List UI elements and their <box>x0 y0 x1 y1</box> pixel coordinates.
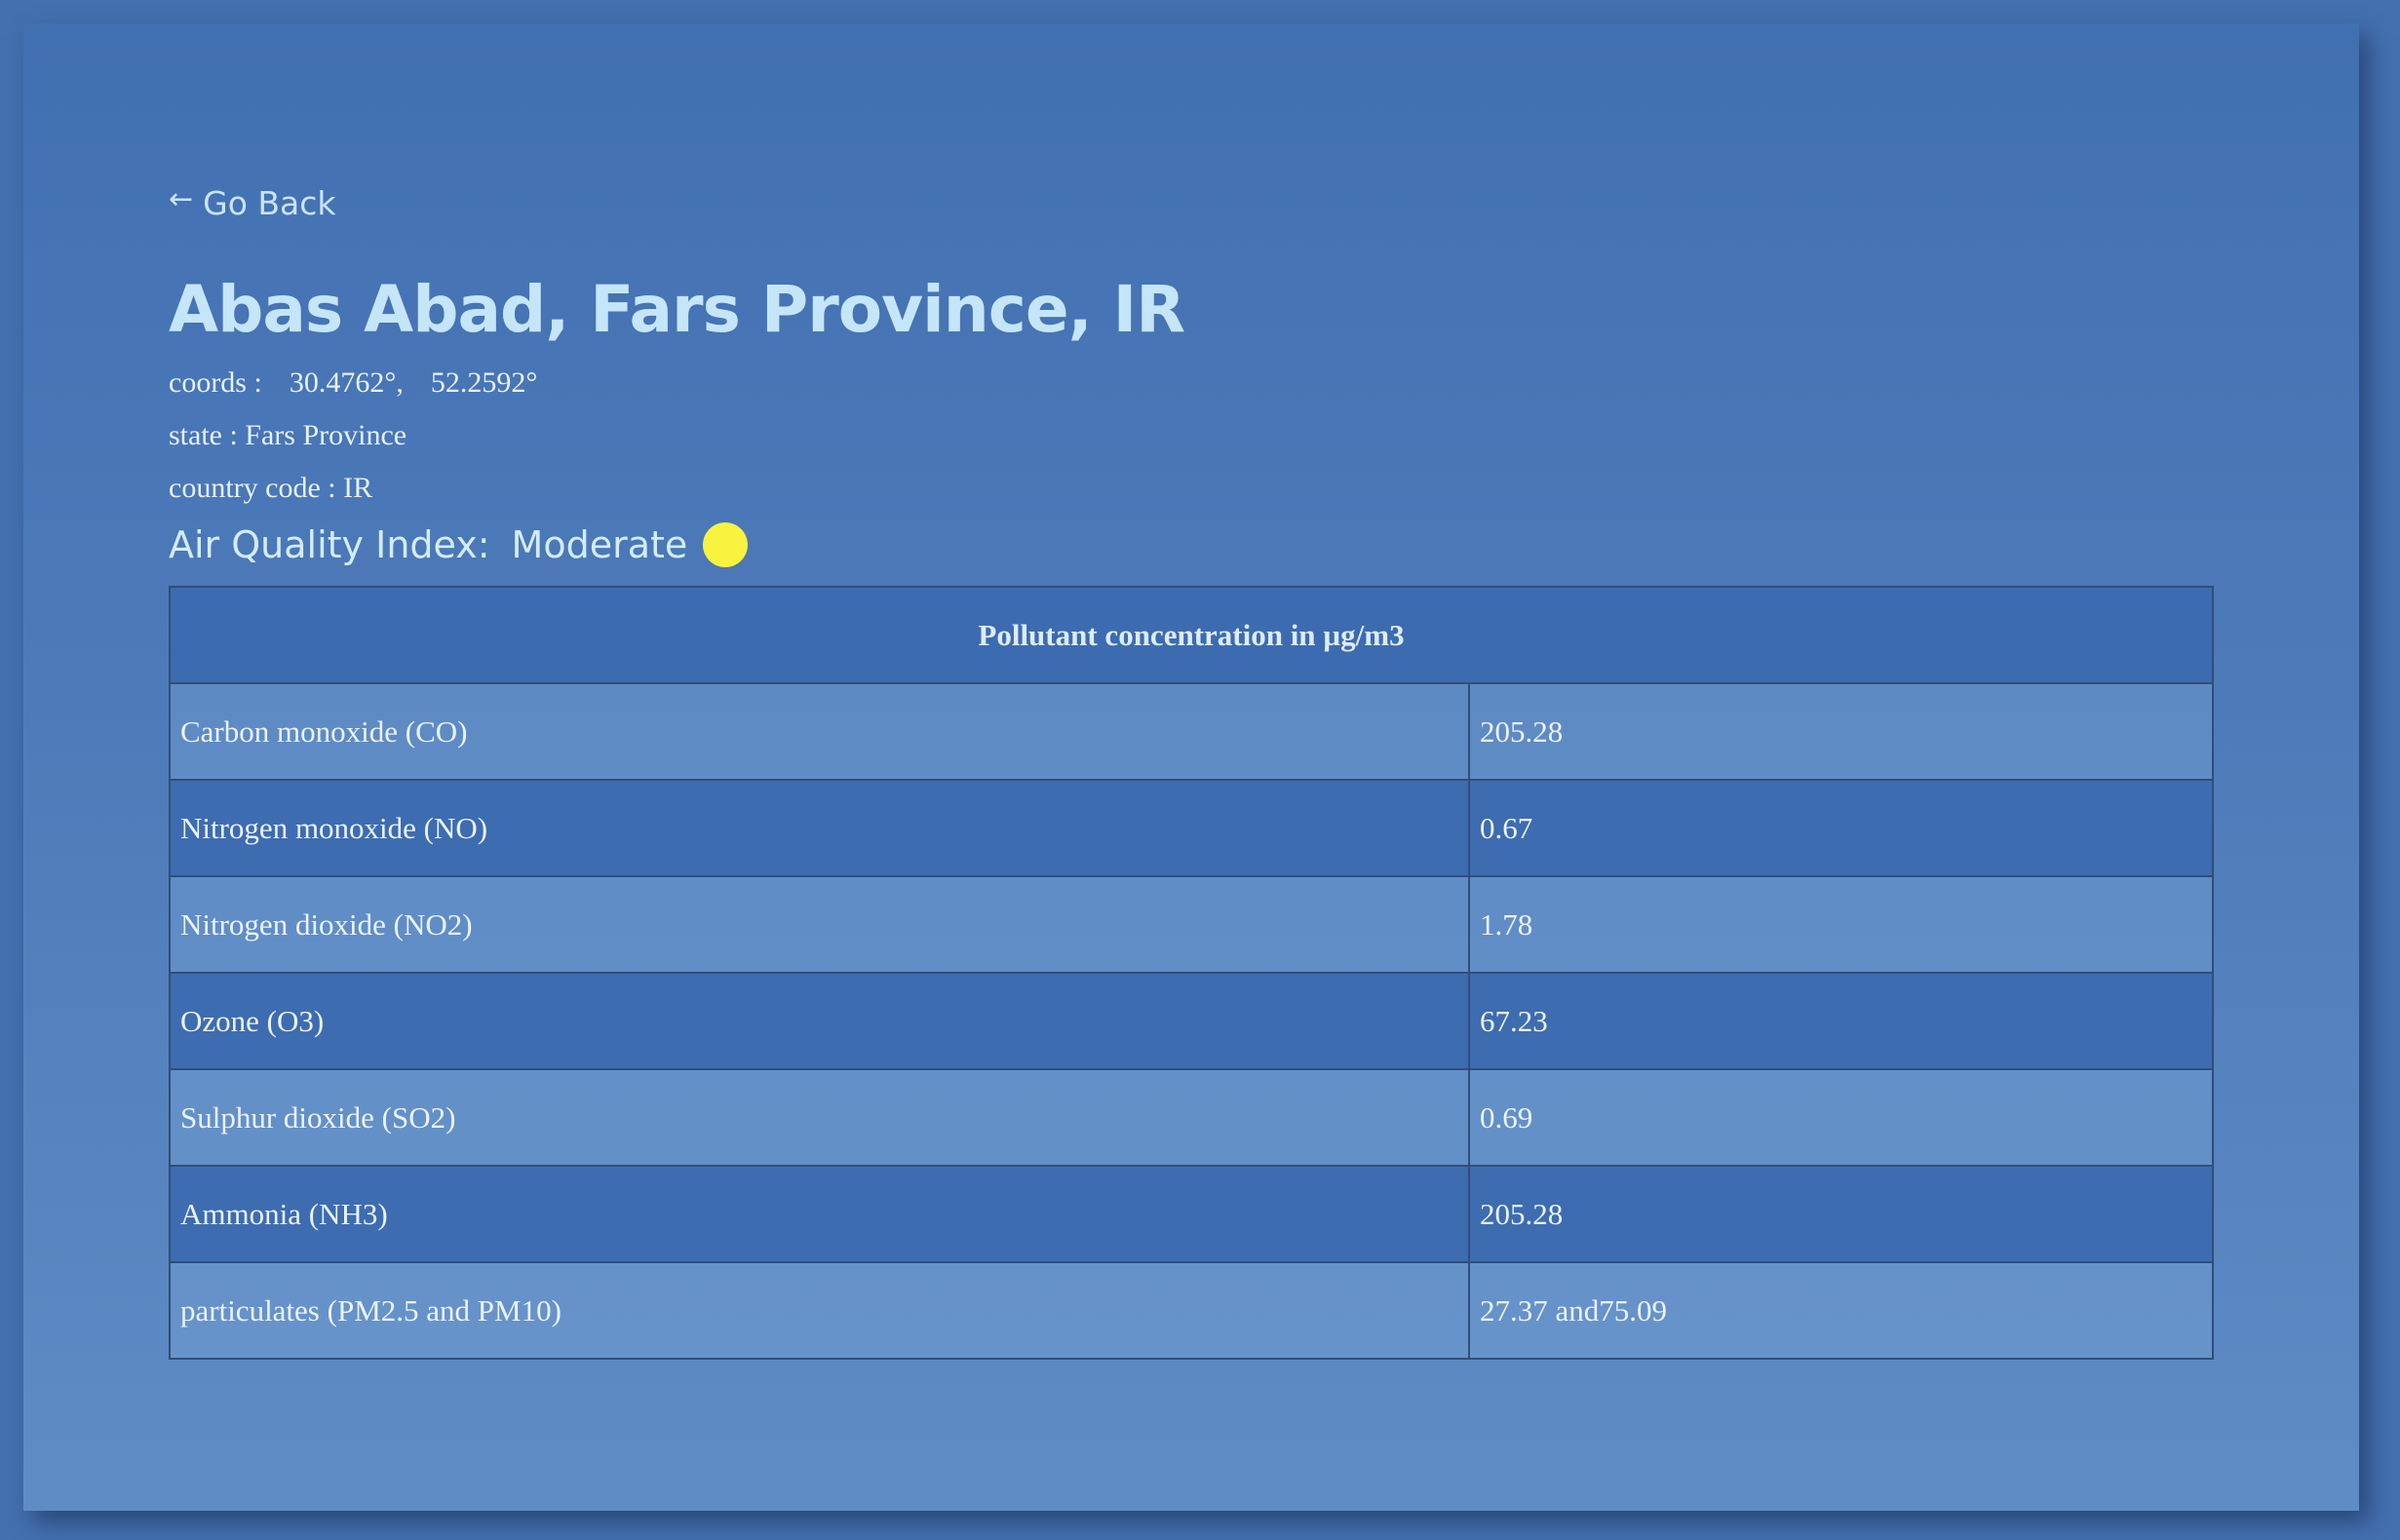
aqi-status-dot-icon <box>703 522 749 567</box>
page-title: Abas Abad, Fars Province, IR <box>169 272 1185 347</box>
air-quality-card: ← Go Back Abas Abad, Fars Province, IR co… <box>23 23 2359 1511</box>
country-code-line: country code : IR <box>169 472 373 504</box>
table-row: Nitrogen monoxide (NO) 0.67 <box>169 779 2214 877</box>
state-line: state : Fars Province <box>169 419 407 451</box>
go-back-label: Go Back <box>203 184 336 222</box>
table-row: Ammonia (NH3) 205.28 <box>169 1165 2214 1263</box>
pollutant-value: 0.69 <box>1468 1068 2214 1167</box>
table-row: Carbon monoxide (CO) 205.28 <box>169 682 2214 781</box>
pollutant-name: Nitrogen dioxide (NO2) <box>169 875 1470 974</box>
latitude-value: 30.4762°, <box>289 366 404 399</box>
pollutant-table-header-row: Pollutant concentration in µg/m3 <box>169 586 2214 684</box>
aqi-label: Air Quality Index: <box>169 523 490 566</box>
longitude-value: 52.2592° <box>430 366 538 399</box>
pollutant-table-body: Carbon monoxide (CO) 205.28 Nitrogen monox… <box>169 682 2214 1360</box>
table-row: Ozone (O3) 67.23 <box>169 972 2214 1070</box>
arrow-left-icon: ← <box>169 182 194 216</box>
pollutant-value: 27.37 and75.09 <box>1468 1261 2214 1360</box>
pollutant-table-header: Pollutant concentration in µg/m3 <box>169 586 2214 684</box>
pollutant-name: Carbon monoxide (CO) <box>169 682 1470 781</box>
pollutant-name: Ammonia (NH3) <box>169 1165 1470 1263</box>
air-quality-index: Air Quality Index: Moderate <box>169 522 749 567</box>
pollutant-name: particulates (PM2.5 and PM10) <box>169 1261 1470 1360</box>
pollutant-value: 205.28 <box>1468 1165 2214 1263</box>
table-row: Nitrogen dioxide (NO2) 1.78 <box>169 875 2214 974</box>
coords-line: coords : 30.4762°, 52.2592° <box>169 366 537 400</box>
pollutant-value: 0.67 <box>1468 779 2214 877</box>
pollutant-name: Sulphur dioxide (SO2) <box>169 1068 1470 1167</box>
table-row: particulates (PM2.5 and PM10) 27.37 and75… <box>169 1261 2214 1360</box>
pollutant-value: 67.23 <box>1468 972 2214 1070</box>
pollutant-name: Nitrogen monoxide (NO) <box>169 779 1470 877</box>
pollutant-value: 1.78 <box>1468 875 2214 974</box>
pollutant-value: 205.28 <box>1468 682 2214 781</box>
pollutant-table: Pollutant concentration in µg/m3 Carbon … <box>169 586 2214 1360</box>
pollutant-name: Ozone (O3) <box>169 972 1470 1070</box>
table-row: Sulphur dioxide (SO2) 0.69 <box>169 1068 2214 1167</box>
aqi-value: Moderate <box>511 523 688 566</box>
coords-label: coords : <box>169 366 262 399</box>
go-back-link[interactable]: ← Go Back <box>169 182 336 222</box>
